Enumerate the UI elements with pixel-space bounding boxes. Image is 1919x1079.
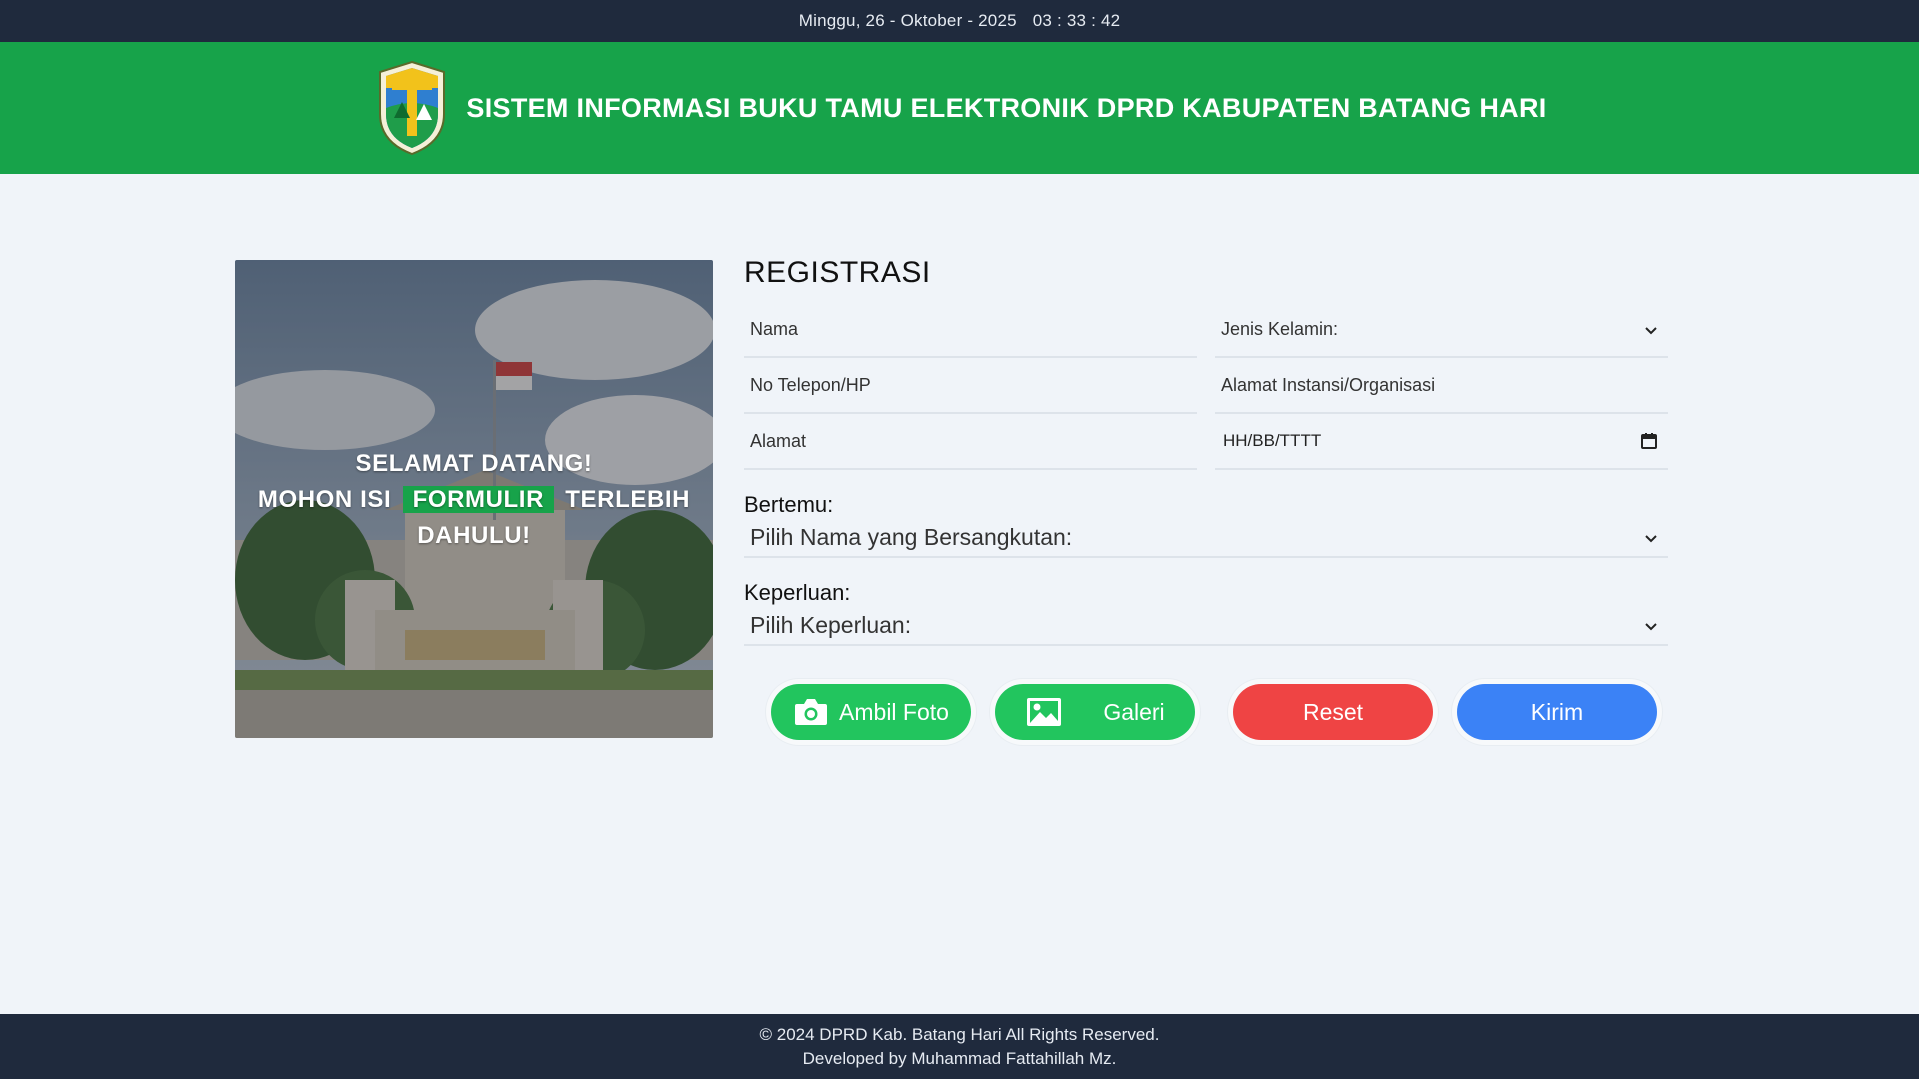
registration-form: REGISTRASI Nama Jenis Kelamin: No Telepo… (744, 256, 1668, 646)
site-title: SISTEM INFORMASI BUKU TAMU ELEKTRONIK DP… (466, 92, 1547, 123)
welcome-line-3: DAHULU! (417, 522, 531, 549)
current-date: Minggu, 26 - Oktober - 2025 (798, 11, 1017, 30)
regency-crest-icon (379, 60, 446, 156)
welcome-line-2: MOHON ISI FORMULIR TERLEBIH (235, 482, 713, 518)
ambil-foto-button[interactable]: Ambil Foto (771, 684, 971, 740)
welcome-line-1: SELAMAT DATANG! (355, 450, 593, 477)
welcome-line-2-pre: MOHON ISI (257, 486, 392, 513)
kirim-button[interactable]: Kirim (1457, 684, 1657, 740)
keperluan-select[interactable]: Pilih Keperluan: (744, 606, 1668, 646)
camera-icon (795, 699, 828, 725)
bertemu-value: Pilih Nama yang Bersangkutan: (750, 523, 1073, 550)
form-title: REGISTRASI (744, 256, 931, 289)
jenis-kelamin-select[interactable]: Jenis Kelamin: (1215, 302, 1668, 358)
date-input[interactable]: HH/BB/TTTT (1215, 414, 1668, 470)
jenis-kelamin-value: Jenis Kelamin: (1221, 318, 1339, 339)
galeri-wrap: Galeri (990, 679, 1200, 745)
ambil-foto-label: Ambil Foto (839, 698, 949, 725)
top-status-bar: Minggu, 26 - Oktober - 2025 03 : 33 : 42 (0, 0, 1919, 42)
date-placeholder: HH/BB/TTTT (1223, 431, 1322, 450)
current-time: 03 : 33 : 42 (1032, 11, 1121, 30)
keperluan-value: Pilih Keperluan: (750, 611, 912, 638)
reset-wrap: Reset (1228, 679, 1438, 745)
galeri-button[interactable]: Galeri (995, 684, 1195, 740)
welcome-message: SELAMAT DATANG! MOHON ISI FORMULIR TERLE… (235, 446, 713, 554)
bertemu-label: Bertemu: (744, 492, 834, 517)
bertemu-select[interactable]: Pilih Nama yang Bersangkutan: (744, 518, 1668, 558)
chevron-down-icon (1645, 535, 1657, 543)
image-gallery-icon (1027, 698, 1062, 726)
form-actions: Ambil Foto Galeri Reset Kirim (766, 679, 1672, 745)
site-footer: © 2024 DPRD Kab. Batang Hari All Rights … (0, 1014, 1919, 1079)
chevron-down-icon (1645, 623, 1657, 631)
copyright-text: © 2024 DPRD Kab. Batang Hari All Rights … (759, 1024, 1160, 1044)
ambil-foto-wrap: Ambil Foto (766, 679, 976, 745)
form-grid: Nama Jenis Kelamin: No Telepon/HP Alamat… (744, 302, 1668, 470)
developer-credit: Developed by Muhammad Fattahillah Mz. (802, 1048, 1117, 1068)
nama-input[interactable]: Nama (744, 302, 1197, 358)
welcome-line-2-post: TERLEBIH (565, 486, 691, 513)
welcome-highlight: FORMULIR (402, 486, 555, 513)
calendar-icon[interactable] (1640, 432, 1658, 450)
reset-button[interactable]: Reset (1233, 684, 1433, 740)
chevron-down-icon (1645, 327, 1657, 335)
site-header: SISTEM INFORMASI BUKU TAMU ELEKTRONIK DP… (0, 42, 1919, 174)
welcome-banner: SELAMAT DATANG! MOHON ISI FORMULIR TERLE… (235, 260, 713, 738)
kirim-wrap: Kirim (1452, 679, 1662, 745)
galeri-label: Galeri (1103, 698, 1165, 725)
alamat-input[interactable]: Alamat (744, 414, 1197, 470)
telepon-input[interactable]: No Telepon/HP (744, 358, 1197, 414)
instansi-input[interactable]: Alamat Instansi/Organisasi (1215, 358, 1668, 414)
keperluan-label: Keperluan: (744, 580, 851, 605)
